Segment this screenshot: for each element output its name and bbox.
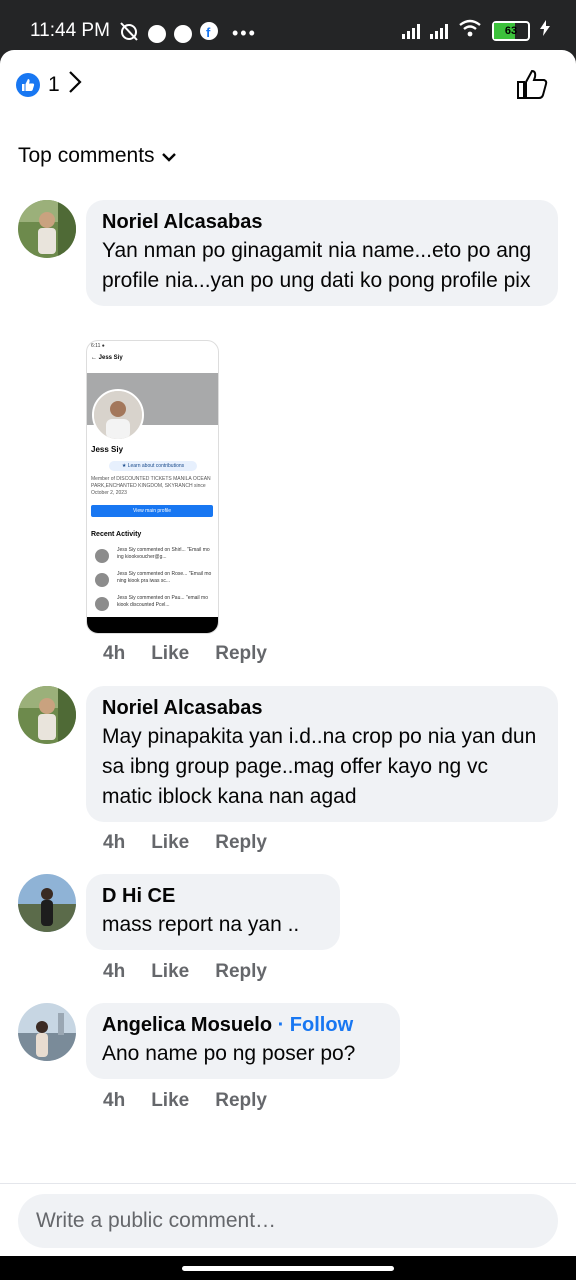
- comment-input[interactable]: Write a public comment…: [18, 1194, 558, 1248]
- comment-attachment-image[interactable]: 6:11 ● ← Jess Siy Jess Siy ★ Learn about…: [86, 340, 219, 634]
- comment-text: May pinapakita yan i.d..na crop po nia y…: [102, 725, 537, 808]
- comment-text: Ano name po ng poser po?: [102, 1042, 356, 1065]
- comment-author-line: Angelica Mosuelo · Follow: [102, 1011, 384, 1039]
- comment-bubble[interactable]: Angelica Mosuelo · Follow Ano name po ng…: [86, 1003, 400, 1079]
- chevron-down-icon: [161, 144, 177, 168]
- activity-text: Jess Siy commented on Rose... "Email mo …: [117, 571, 212, 584]
- comment-author[interactable]: Noriel Alcasabas: [102, 694, 542, 722]
- like-button[interactable]: Like: [151, 961, 189, 983]
- reply-button[interactable]: Reply: [215, 1090, 267, 1112]
- attachment-avatar: [92, 389, 144, 441]
- status-bar: 11:44 PM f ••• 63: [0, 0, 576, 50]
- like-button[interactable]: Like: [151, 1090, 189, 1112]
- reactions-summary[interactable]: 1: [16, 70, 82, 99]
- follow-button[interactable]: · Follow: [278, 1014, 354, 1036]
- signal-icon-2: [430, 23, 448, 39]
- attachment-recent-heading: Recent Activity: [91, 531, 142, 538]
- system-icons: 63: [402, 19, 550, 42]
- wifi-icon: [458, 19, 482, 42]
- attachment-description: Member of DISCOUNTED TICKETS MANILA OCEA…: [91, 476, 211, 496]
- svg-text:f: f: [206, 25, 211, 40]
- comment-bubble[interactable]: Noriel Alcasabas Yan nman po ginagamit n…: [86, 200, 558, 306]
- like-button[interactable]: Like: [151, 643, 189, 665]
- comment-actions: 4h Like Reply: [103, 832, 267, 854]
- comment-text: Yan nman po ginagamit nia name...eto po …: [102, 239, 532, 292]
- more-notifications-icon: •••: [232, 23, 257, 43]
- avatar[interactable]: [18, 686, 76, 744]
- comment-bubble[interactable]: Noriel Alcasabas May pinapakita yan i.d.…: [86, 686, 558, 822]
- reply-button[interactable]: Reply: [215, 643, 267, 665]
- status-time: 11:44 PM: [30, 20, 110, 41]
- avatar[interactable]: [18, 874, 76, 932]
- comment-author[interactable]: Noriel Alcasabas: [102, 208, 542, 236]
- battery-level: 63: [504, 24, 518, 37]
- comment-bubble[interactable]: D Hi CE mass report na yan ..: [86, 874, 340, 950]
- thumbs-up-icon[interactable]: [516, 68, 548, 105]
- comment-author[interactable]: Angelica Mosuelo: [102, 1014, 272, 1036]
- messenger-icon: [148, 24, 166, 43]
- home-gesture-handle[interactable]: [182, 1266, 394, 1271]
- attachment-nav-bar: [87, 617, 218, 633]
- sort-dropdown[interactable]: Top comments: [18, 144, 177, 168]
- activity-avatar: [95, 597, 109, 611]
- comment-time[interactable]: 4h: [103, 1090, 125, 1112]
- battery-icon: 63: [492, 20, 530, 41]
- like-button[interactable]: Like: [151, 832, 189, 854]
- comments-sheet: 1 Top comments Noriel Alcasabas Yan nman…: [0, 50, 576, 1256]
- attachment-title: ← Jess Siy: [91, 355, 123, 361]
- activity-avatar: [95, 549, 109, 563]
- system-nav-bar: [0, 1256, 576, 1280]
- attachment-name: Jess Siy: [91, 445, 124, 454]
- attachment-activity-item: Jess Siy commented on Pau... "email mo k…: [95, 595, 213, 613]
- app-notification-icon: [174, 24, 192, 43]
- alarm-off-icon: [118, 21, 140, 46]
- attachment-activity-item: Jess Siy commented on Shirl... "Email mo…: [95, 547, 213, 565]
- composer-bar: Write a public comment…: [0, 1183, 576, 1256]
- attachment-activity-item: Jess Siy commented on Rose... "Email mo …: [95, 571, 213, 589]
- signal-icon: [402, 23, 420, 39]
- sort-label: Top comments: [18, 144, 155, 167]
- chevron-right-icon: [68, 70, 82, 99]
- reply-button[interactable]: Reply: [215, 832, 267, 854]
- attachment-pill: ★ Learn about contributions: [109, 461, 197, 471]
- notification-icons: f •••: [118, 21, 257, 46]
- comment-time[interactable]: 4h: [103, 961, 125, 983]
- comment-actions: 4h Like Reply: [103, 961, 267, 983]
- comment-actions: 4h Like Reply: [103, 643, 267, 665]
- attachment-status-bar: 6:11 ●: [91, 343, 105, 349]
- avatar[interactable]: [18, 200, 76, 258]
- comment-actions: 4h Like Reply: [103, 1090, 267, 1112]
- attachment-button: View main profile: [91, 505, 213, 517]
- like-reaction-icon: [16, 72, 40, 97]
- avatar[interactable]: [18, 1003, 76, 1061]
- comment-text: mass report na yan ..: [102, 913, 300, 936]
- activity-avatar: [95, 573, 109, 587]
- reply-button[interactable]: Reply: [215, 961, 267, 983]
- activity-text: Jess Siy commented on Shirl... "Email mo…: [117, 547, 210, 560]
- charging-icon: [540, 20, 550, 41]
- activity-text: Jess Siy commented on Pau... "email mo k…: [117, 595, 208, 608]
- comment-time[interactable]: 4h: [103, 832, 125, 854]
- facebook-icon: f: [200, 22, 218, 45]
- comment-author[interactable]: D Hi CE: [102, 882, 324, 910]
- comment-time[interactable]: 4h: [103, 643, 125, 665]
- like-count: 1: [48, 72, 60, 96]
